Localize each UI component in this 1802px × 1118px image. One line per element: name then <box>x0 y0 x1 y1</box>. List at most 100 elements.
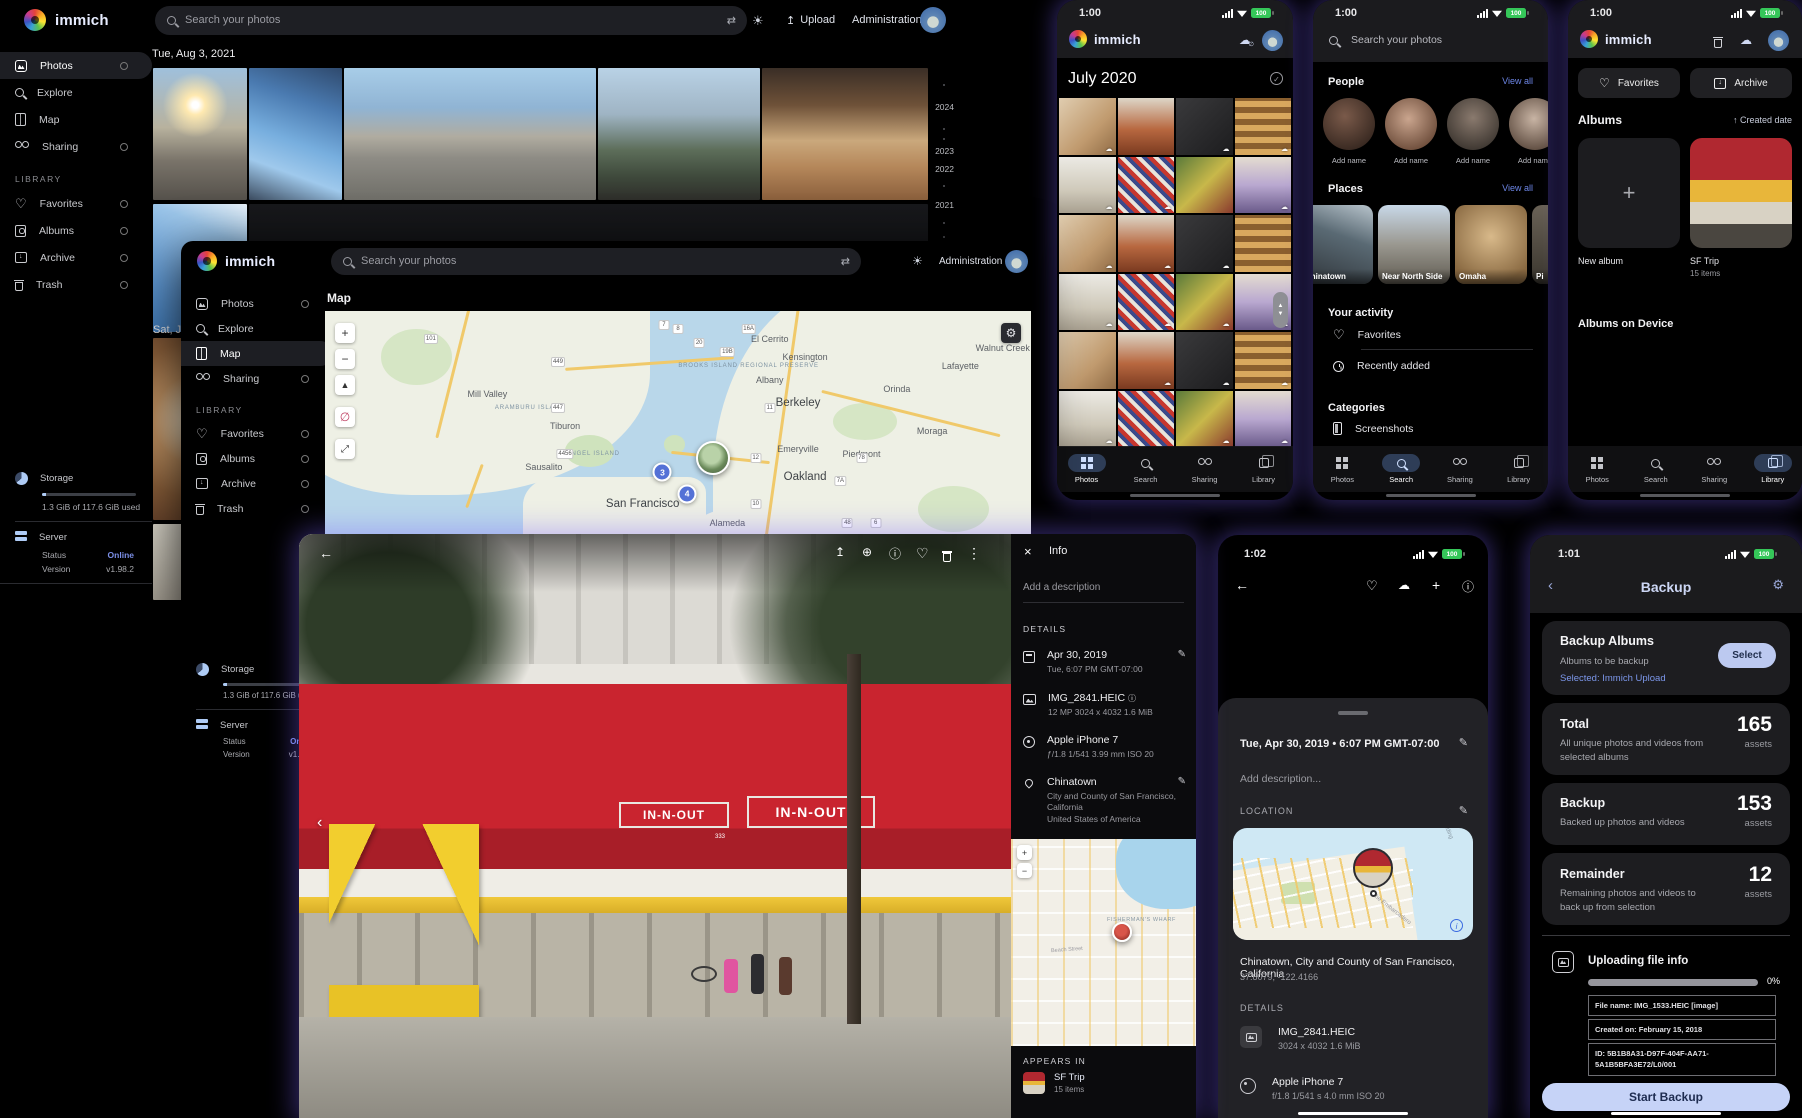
person-item[interactable]: Add name <box>1385 98 1437 165</box>
photo-viewer-image[interactable]: IN-N-OUT IN-N-OUT 333 ‹ <box>299 534 1011 1118</box>
timeline-scrubber[interactable]: 2024202320222021 <box>928 40 954 240</box>
sidebar-item-sharing[interactable]: Sharing <box>181 366 333 391</box>
sidebar-item-sharing[interactable]: Sharing <box>0 133 152 160</box>
places-view-all-link[interactable]: View all <box>1502 183 1533 195</box>
map-zoom-in-button[interactable]: + <box>1017 845 1032 860</box>
sidebar-item-map[interactable]: Map <box>181 341 333 366</box>
info-icon[interactable]: ⓘ <box>889 545 901 562</box>
avatar[interactable] <box>920 7 946 33</box>
zoom-icon[interactable]: ⊕ <box>862 545 872 559</box>
drag-handle[interactable] <box>1338 711 1368 715</box>
sidebar-item-photos[interactable]: Photos <box>181 291 333 316</box>
favorites-button[interactable]: ♡Favorites <box>1578 68 1680 98</box>
add-name-label[interactable]: Add name <box>1518 156 1548 165</box>
photo-thumbnail[interactable]: ☁ <box>1235 98 1292 155</box>
photo-thumbnail[interactable]: ☁ <box>1118 215 1175 272</box>
map-compass-button[interactable]: ▲ <box>335 375 355 395</box>
photo-thumbnail[interactable]: ☁ <box>1059 157 1116 214</box>
add-icon[interactable]: + <box>1432 577 1440 593</box>
favorite-heart-icon[interactable]: ♡ <box>916 545 929 562</box>
person-item[interactable]: Add name <box>1447 98 1499 165</box>
place-card[interactable]: Chinatown <box>1313 205 1373 284</box>
search-input[interactable]: Search your photos <box>1329 34 1442 46</box>
map-zoom-out-button[interactable]: − <box>1017 863 1032 878</box>
photo-thumbnail[interactable] <box>344 68 596 200</box>
filter-icon[interactable]: ⇄ <box>841 255 849 268</box>
theme-toggle-icon[interactable]: ☀ <box>912 255 923 267</box>
photo-thumbnail[interactable]: ☁ <box>1118 157 1175 214</box>
photo-thumbnail[interactable]: ☁ <box>1176 391 1233 448</box>
map-settings-gear-icon[interactable]: ⚙ <box>1001 323 1021 343</box>
people-view-all-link[interactable]: View all <box>1502 76 1533 88</box>
tab-search[interactable]: Search <box>1634 454 1678 484</box>
sidebar-item-map[interactable]: Map <box>0 106 152 133</box>
administration-button[interactable]: Administration <box>939 256 1002 267</box>
new-album-card[interactable]: + <box>1578 138 1680 248</box>
location-map-card[interactable]: San Francisco Ferry Building The Embarca… <box>1233 828 1473 940</box>
photo-thumbnail[interactable] <box>153 68 247 200</box>
edit-pencil-icon[interactable]: ✎ <box>1178 649 1186 660</box>
photo-thumbnail[interactable] <box>1059 332 1116 389</box>
search-input[interactable]: Search your photos ⇄ <box>155 6 747 35</box>
edit-pencil-icon[interactable]: ✎ <box>1178 776 1186 787</box>
close-icon[interactable]: × <box>1024 544 1032 559</box>
edit-pencil-icon[interactable]: ✎ <box>1459 736 1468 749</box>
screenshots-row[interactable]: Screenshots <box>1333 422 1413 435</box>
settings-gear-icon[interactable]: ⚙ <box>1772 577 1784 593</box>
map-photo-marker[interactable] <box>696 441 730 475</box>
share-icon[interactable]: ↥ <box>835 545 845 559</box>
upload-button[interactable]: ↥Upload <box>786 14 835 27</box>
add-name-label[interactable]: Add name <box>1394 156 1428 165</box>
back-arrow-icon[interactable]: ← <box>1235 577 1249 593</box>
avatar[interactable] <box>1005 250 1028 273</box>
filter-icon[interactable]: ⇄ <box>727 14 735 27</box>
favorite-heart-icon[interactable]: ♡ <box>1366 578 1378 594</box>
sidebar-item-photos[interactable]: Photos <box>0 52 152 79</box>
photo-thumbnail[interactable] <box>249 68 342 200</box>
sidebar-item-albums[interactable]: Albums <box>181 446 333 471</box>
sidebar-item-favorites[interactable]: Favorites <box>181 421 333 446</box>
place-card[interactable]: Near North Side <box>1378 205 1450 284</box>
photo-thumbnail[interactable]: ☁ <box>1176 215 1233 272</box>
photo-thumbnail[interactable]: ☁ <box>1235 391 1292 448</box>
photo-thumbnail[interactable] <box>1118 98 1175 155</box>
sidebar-item-explore[interactable]: Explore <box>0 79 152 106</box>
sidebar-item-archive[interactable]: Archive <box>0 244 152 271</box>
delete-icon[interactable] <box>943 553 951 562</box>
tab-sharing[interactable]: Sharing <box>1438 454 1482 484</box>
photo-thumbnail[interactable]: ☁ <box>1059 215 1116 272</box>
sidebar-item-favorites[interactable]: Favorites <box>0 190 152 217</box>
sidebar-item-explore[interactable]: Explore <box>181 316 333 341</box>
scrollbar-thumb[interactable]: ▲▼ <box>1273 292 1288 328</box>
sidebar-item-archive[interactable]: Archive <box>181 471 333 496</box>
archive-button[interactable]: Archive <box>1690 68 1792 98</box>
cloud-upload-icon[interactable]: ☁ <box>1398 578 1410 592</box>
add-name-label[interactable]: Add name <box>1456 156 1490 165</box>
asset-info-icon[interactable]: ⓘ <box>1128 694 1136 703</box>
previous-photo-chevron[interactable]: ‹ <box>317 814 322 832</box>
photo-thumbnail[interactable]: ☁ <box>1059 98 1116 155</box>
avatar[interactable] <box>1768 30 1789 51</box>
photo-thumbnail[interactable]: ☁ <box>1235 332 1292 389</box>
photo-thumbnail[interactable]: ☁ <box>1059 274 1116 331</box>
photo-thumbnail[interactable]: ☁ <box>1118 332 1175 389</box>
select-button[interactable]: Select <box>1718 643 1776 668</box>
tab-photos[interactable]: Photos <box>1320 454 1364 484</box>
sort-button[interactable]: ↑ Created date <box>1733 115 1792 125</box>
select-all-check-icon[interactable]: ✓ <box>1270 72 1283 85</box>
map-theme-button[interactable]: ∅ <box>335 407 355 427</box>
map-cluster-marker[interactable]: 4 <box>678 484 697 503</box>
tab-library[interactable]: Library <box>1751 454 1795 484</box>
map-cluster-marker[interactable]: 3 <box>653 463 672 482</box>
back-arrow-icon[interactable]: ← <box>319 545 333 561</box>
info-icon[interactable]: ⓘ <box>1462 578 1474 595</box>
photo-thumbnail[interactable] <box>1235 215 1292 272</box>
tab-search[interactable]: Search <box>1124 454 1168 484</box>
map-attribution-info-icon[interactable]: i <box>1450 919 1463 932</box>
sidebar-item-trash[interactable]: Trash <box>181 496 333 521</box>
photo-thumbnail[interactable]: ☁ <box>1176 332 1233 389</box>
search-input[interactable]: Search your photos ⇄ <box>331 248 861 275</box>
recently-added-row[interactable]: Recently added <box>1333 360 1430 372</box>
theme-toggle-icon[interactable]: ☀ <box>752 14 764 27</box>
more-menu-icon[interactable]: ⋮ <box>967 545 981 562</box>
